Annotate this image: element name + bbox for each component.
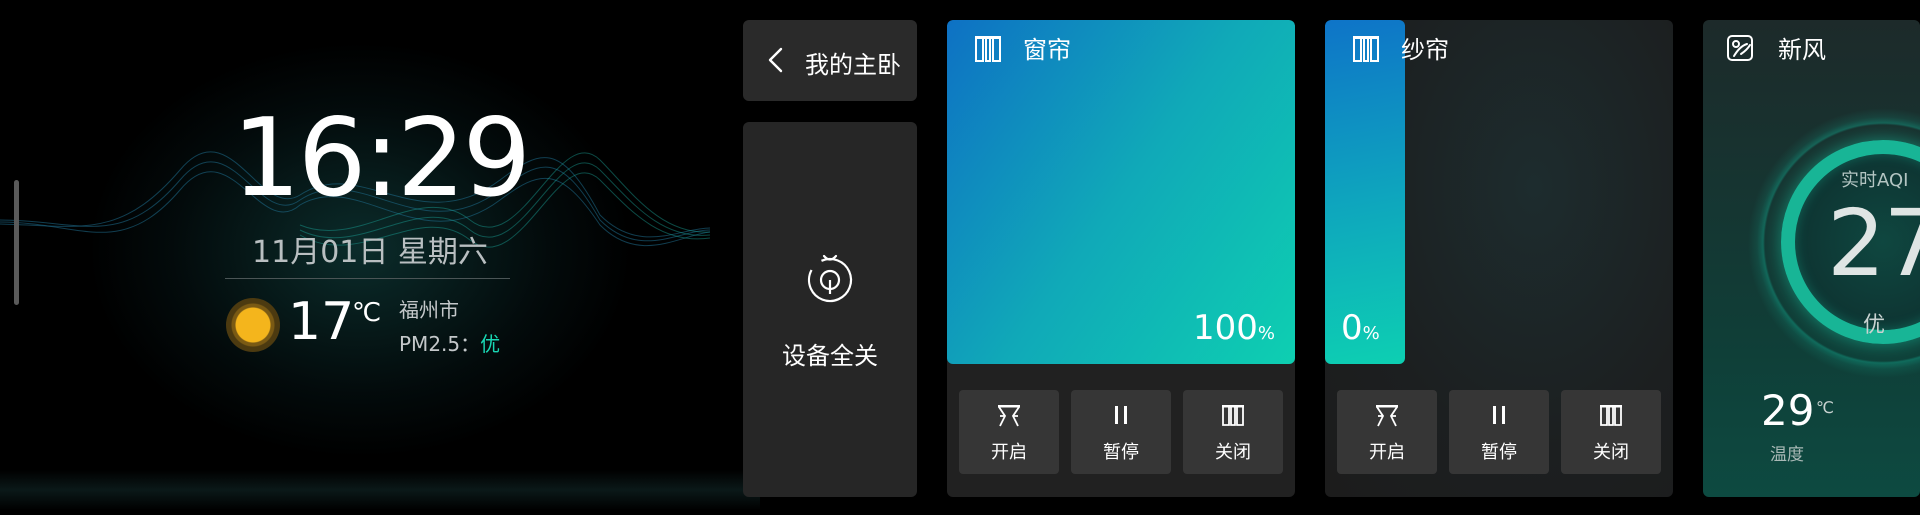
curtain-close-icon	[1600, 405, 1622, 426]
open-label: 开启	[991, 442, 1027, 463]
fresh-air-icon	[1727, 35, 1753, 61]
room-name: 我的主卧	[805, 51, 901, 79]
curtain-pause-button[interactable]: 暂停	[1449, 390, 1549, 474]
pause-icon	[1115, 406, 1127, 424]
curtain-card[interactable]: 窗帘 100% 开启 暂停 关闭	[947, 20, 1295, 497]
curtain-title: 窗帘	[1023, 36, 1071, 64]
clock-time: 16:29	[232, 96, 531, 221]
aqi-label: 实时AQI	[1841, 170, 1909, 191]
divider	[225, 278, 510, 279]
curtain-open-button[interactable]: 开启	[959, 390, 1059, 474]
pause-label: 暂停	[1481, 442, 1517, 463]
curtain-icon	[975, 36, 1001, 62]
floor-glow	[0, 470, 760, 510]
curtain-open-icon	[998, 405, 1020, 427]
indoor-temperature: 29	[1761, 386, 1815, 435]
percent-value: 100	[1192, 308, 1258, 348]
percent-value: 0	[1341, 308, 1363, 348]
date-weekday: 11月01日 星期六	[252, 235, 488, 270]
outdoor-temperature: 17	[288, 292, 355, 352]
close-label: 关闭	[1593, 442, 1629, 463]
curtain-open-button[interactable]: 开启	[1337, 390, 1437, 474]
fresh-air-card[interactable]: 新风 实时AQI 27 优 29 ℃ 温度	[1703, 20, 1920, 497]
curtain-close-icon	[1222, 405, 1244, 426]
all-off-button[interactable]: 设备全关	[743, 122, 917, 497]
percent-unit: %	[1362, 323, 1380, 344]
aqi-value: 27	[1827, 190, 1920, 297]
temperature-unit: ℃	[352, 298, 382, 328]
curtain-close-button[interactable]: 关闭	[1561, 390, 1661, 474]
pause-icon	[1493, 406, 1505, 424]
close-label: 关闭	[1215, 442, 1251, 463]
pm25-row: PM2.5：优	[399, 328, 500, 357]
city-name: 福州市	[399, 298, 459, 322]
curtain-close-button[interactable]: 关闭	[1183, 390, 1283, 474]
room-header[interactable]: 我的主卧	[743, 20, 917, 101]
sheer-curtain-card[interactable]: 纱帘 0% 开启 暂停 关闭	[1325, 20, 1673, 497]
side-drawer-handle[interactable]	[14, 180, 19, 305]
curtain-icon	[1353, 36, 1379, 62]
fresh-air-title: 新风	[1778, 36, 1826, 64]
power-off-icon	[807, 254, 853, 303]
percent-unit: %	[1257, 323, 1275, 344]
curtain-percent: 0%	[1341, 308, 1380, 348]
open-label: 开启	[1369, 442, 1405, 463]
curtain-pause-button[interactable]: 暂停	[1071, 390, 1171, 474]
indoor-temperature-unit: ℃	[1816, 398, 1834, 417]
chevron-left-icon[interactable]	[763, 46, 791, 74]
pm25-quality: 优	[480, 332, 501, 356]
all-off-label: 设备全关	[782, 342, 878, 370]
curtain-percent: 100%	[1193, 308, 1275, 348]
sun-icon	[226, 298, 280, 352]
curtain-title: 纱帘	[1401, 36, 1449, 64]
pause-label: 暂停	[1103, 442, 1139, 463]
aqi-level: 优	[1863, 313, 1886, 338]
pm25-label: PM2.5：	[399, 332, 481, 356]
curtain-open-icon	[1376, 405, 1398, 427]
indoor-temperature-label: 温度	[1770, 445, 1804, 465]
